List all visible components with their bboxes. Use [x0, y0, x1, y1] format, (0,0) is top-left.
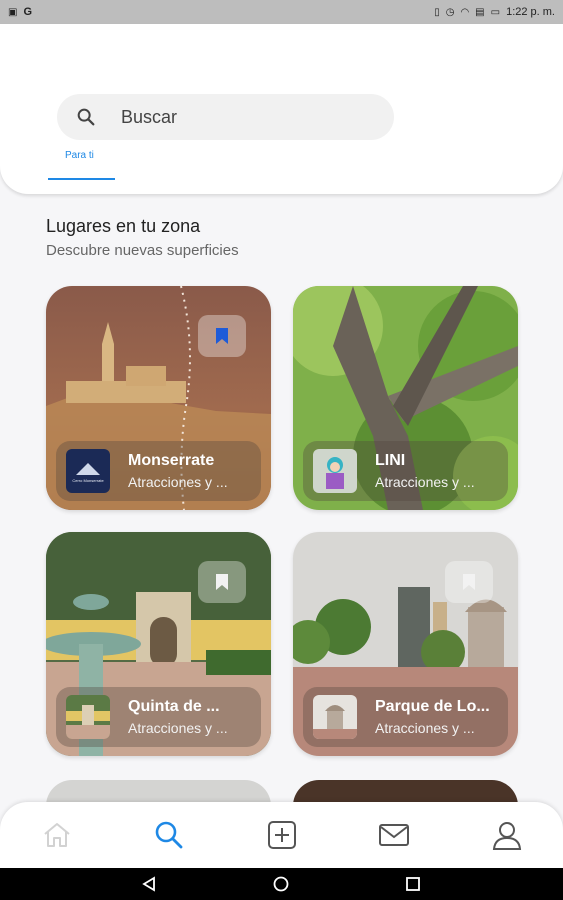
tab-indicator [48, 178, 115, 180]
status-time: 1:22 p. m. [506, 6, 555, 18]
back-icon[interactable] [140, 876, 158, 892]
google-icon: G [23, 6, 33, 18]
bookmark-button[interactable] [198, 561, 246, 603]
search-input[interactable] [121, 106, 351, 128]
place-category: Atracciones y ... [375, 474, 475, 490]
place-info: Parque de Lo... Atracciones y ... [303, 687, 508, 747]
section-subtitle: Descubre nuevas superficies [46, 242, 239, 259]
place-category: Atracciones y ... [128, 720, 228, 736]
place-card-lini[interactable]: LINI Atracciones y ... [293, 286, 518, 510]
place-card-parque[interactable]: Parque de Lo... Atracciones y ... [293, 532, 518, 756]
no-sim-icon: ▤ [475, 6, 485, 18]
section-title: Lugares en tu zona [46, 216, 201, 236]
place-thumbnail [313, 695, 357, 739]
place-thumbnail [313, 449, 357, 493]
recents-icon[interactable] [404, 876, 422, 892]
search-icon [155, 821, 183, 849]
wifi-icon: ◠ [460, 6, 470, 18]
place-thumbnail: Cerro Monserrate [66, 449, 110, 493]
bookmark-button[interactable] [445, 561, 493, 603]
place-info: Cerro Monserrate Monserrate Atracciones … [56, 441, 261, 501]
bottom-navigation [0, 802, 563, 868]
thumb-logo-text: Cerro Monserrate [72, 478, 104, 483]
place-category: Atracciones y ... [128, 474, 228, 490]
nav-messages[interactable] [377, 818, 411, 852]
bookmark-outline-icon [463, 574, 475, 590]
gallery-icon: ▣ [8, 6, 18, 18]
status-bar: ▣ G ▯ ◷ ◠ ▤ ▭ 1:22 p. m. [0, 0, 563, 24]
tab-label: Para ti [65, 150, 94, 161]
bookmark-outline-icon [216, 574, 228, 590]
search-bar[interactable] [57, 94, 394, 140]
home-icon [44, 823, 70, 847]
search-icon [77, 108, 95, 126]
place-title: Parque de Lo... [375, 698, 490, 715]
place-card-monserrate[interactable]: Cerro Monserrate Monserrate Atracciones … [46, 286, 271, 510]
place-info: LINI Atracciones y ... [303, 441, 508, 501]
vibrate-icon: ▯ [434, 6, 440, 18]
profile-icon [492, 822, 522, 850]
place-title: Quinta de ... [128, 698, 220, 715]
place-title: Monserrate [128, 452, 215, 469]
nav-search[interactable] [152, 818, 186, 852]
tab-para-ti[interactable]: Para ti [48, 142, 115, 180]
system-navigation-bar [0, 868, 563, 900]
place-info: Quinta de ... Atracciones y ... [56, 687, 261, 747]
mail-icon [379, 824, 409, 846]
place-thumbnail [66, 695, 110, 739]
nav-add[interactable] [265, 818, 299, 852]
home-button-icon[interactable] [272, 876, 290, 892]
bookmark-button[interactable] [198, 315, 246, 357]
place-card-quinta[interactable]: Quinta de ... Atracciones y ... [46, 532, 271, 756]
nav-home[interactable] [40, 818, 74, 852]
place-title: LINI [375, 452, 406, 469]
bookmark-icon [216, 328, 228, 344]
place-category: Atracciones y ... [375, 720, 475, 736]
add-icon [268, 821, 296, 849]
nav-profile[interactable] [490, 818, 524, 852]
battery-icon: ▭ [490, 6, 501, 18]
header: Para ti [0, 24, 563, 194]
alarm-icon: ◷ [445, 6, 455, 18]
